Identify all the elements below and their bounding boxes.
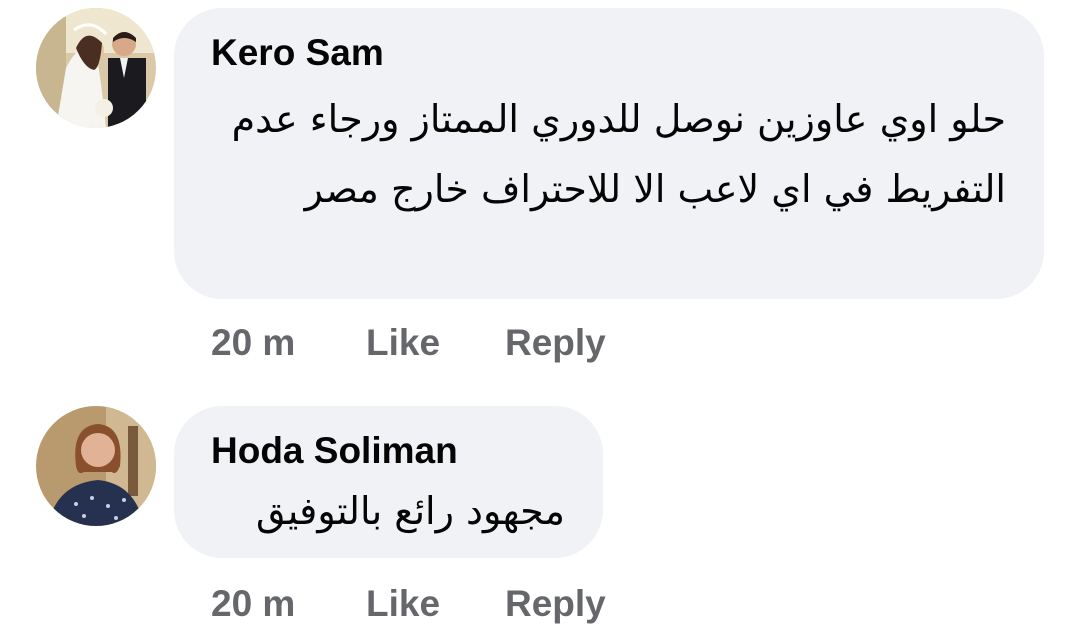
reply-button[interactable]: Reply [505, 583, 606, 625]
comment-text: مجهود رائع بالتوفيق [256, 489, 565, 533]
comment-timestamp[interactable]: 20 m [211, 583, 295, 625]
comment-timestamp[interactable]: 20 m [211, 322, 295, 364]
woman-portrait-photo-icon [36, 406, 156, 526]
like-button[interactable]: Like [366, 583, 440, 625]
avatar[interactable] [36, 8, 156, 128]
comment-author-name[interactable]: Hoda Soliman [211, 430, 458, 472]
avatar[interactable] [36, 406, 156, 526]
like-button[interactable]: Like [366, 322, 440, 364]
comment-bubble: Hoda Soliman مجهود رائع بالتوفيق [174, 406, 603, 558]
comment-bubble: Kero Sam حلو اوي عاوزين نوصل للدوري المم… [174, 8, 1044, 299]
comment-text: حلو اوي عاوزين نوصل للدوري الممتاز ورجاء… [231, 97, 1006, 211]
reply-button[interactable]: Reply [505, 322, 606, 364]
wedding-couple-photo-icon [36, 8, 156, 128]
comment-author-name[interactable]: Kero Sam [211, 32, 384, 74]
